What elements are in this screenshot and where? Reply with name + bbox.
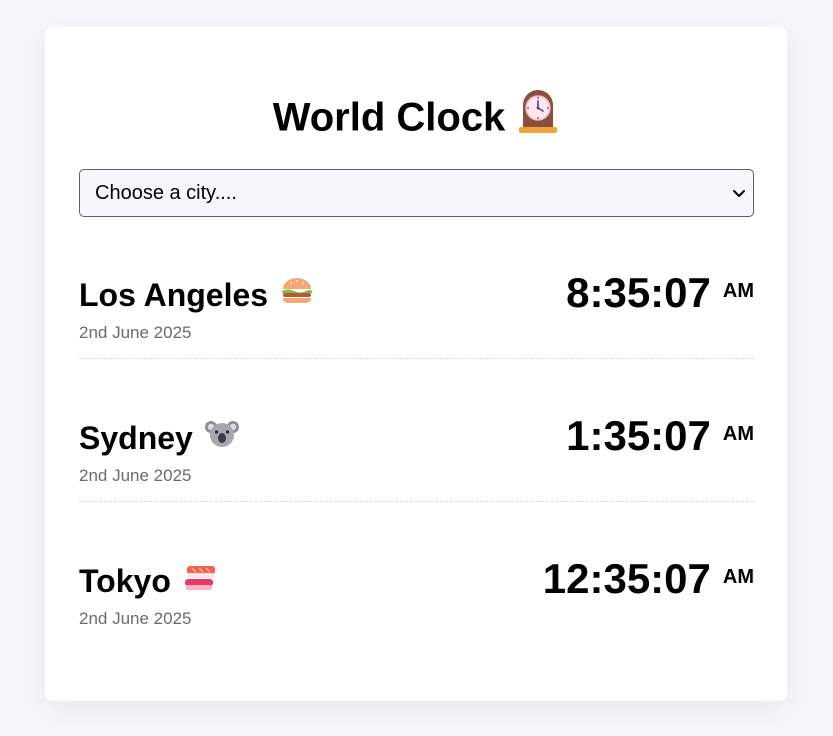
mantelpiece-clock-icon	[517, 89, 559, 143]
time-value: 8:35:07	[566, 269, 711, 316]
city-date: 2nd June 2025	[79, 609, 192, 628]
city-name: Sydney	[79, 418, 239, 461]
city-name-label: Los Angeles	[79, 277, 269, 313]
hamburger-icon	[280, 275, 314, 315]
time-ampm: AM	[722, 423, 754, 445]
time-value: 12:35:07	[542, 555, 711, 602]
city-row-los-angeles: Los Angeles 2nd June 2025 8:35:07 AM	[79, 239, 754, 359]
city-name-label: Tokyo	[79, 563, 171, 599]
city-select-value: Choose a city....	[95, 181, 237, 204]
time-value: 1:35:07	[566, 412, 711, 459]
city-name: Tokyo	[79, 561, 217, 604]
koala-icon	[204, 417, 239, 458]
world-clock-card: World Clock Choose a city.... Los Angele…	[45, 27, 787, 701]
page-title-text: World Clock	[272, 95, 506, 140]
city-date: 2nd June 2025	[79, 323, 192, 342]
city-date: 2nd June 2025	[79, 466, 192, 485]
city-select[interactable]: Choose a city....	[79, 169, 754, 217]
city-row-tokyo: Tokyo 2nd June 2025 12:35:07 AM	[79, 525, 754, 645]
page-title: World Clock	[45, 90, 787, 147]
city-name: Los Angeles	[79, 275, 314, 318]
city-time: 1:35:07 AM	[566, 410, 754, 462]
chevron-down-icon	[731, 184, 747, 207]
city-row-sydney: Sydney 2nd June 2025 1:35:07 AM	[79, 382, 754, 502]
sushi-icon	[183, 561, 217, 601]
city-time: 8:35:07 AM	[566, 267, 754, 319]
time-ampm: AM	[722, 566, 754, 588]
city-name-label: Sydney	[79, 420, 193, 456]
city-time: 12:35:07 AM	[543, 553, 754, 605]
time-ampm: AM	[722, 280, 754, 302]
